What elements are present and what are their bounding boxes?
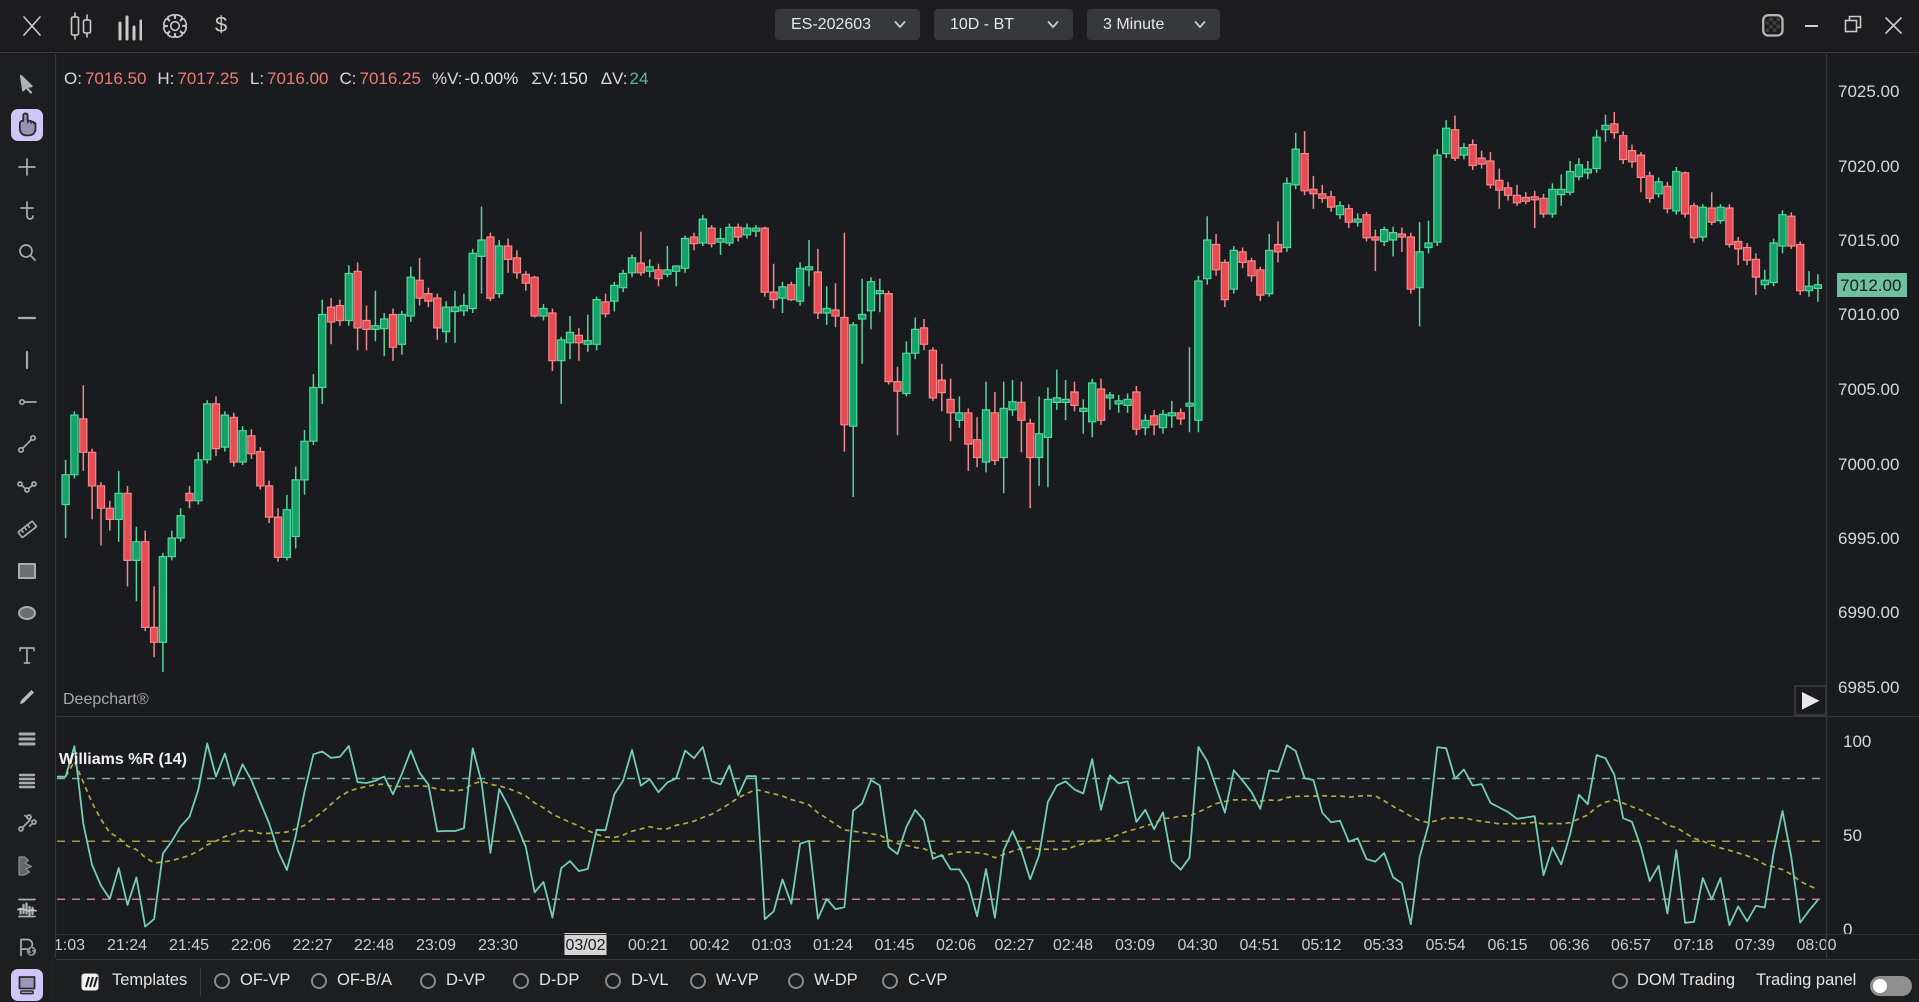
svg-text:01:24: 01:24 [813,937,853,954]
svg-text:100: 100 [1843,732,1871,751]
svg-text:00:42: 00:42 [689,937,729,954]
svg-text:Williams %R (14): Williams %R (14) [59,751,187,768]
svg-text:04:30: 04:30 [1177,937,1217,954]
svg-text:0: 0 [1843,920,1852,939]
svg-text:7025.00: 7025.00 [1838,82,1899,101]
svg-text:23:09: 23:09 [416,937,456,954]
svg-text:01:03: 01:03 [751,937,791,954]
svg-text:22:48: 22:48 [354,937,394,954]
svg-text:08:00: 08:00 [1796,937,1836,954]
svg-text:6985.00: 6985.00 [1838,678,1899,697]
svg-text:21:24: 21:24 [107,937,147,954]
svg-text:06:57: 06:57 [1611,937,1651,954]
svg-text:7015.00: 7015.00 [1838,231,1899,250]
svg-text:03/02: 03/02 [565,937,605,954]
svg-text:7010.00: 7010.00 [1838,305,1899,324]
svg-text:06:36: 06:36 [1549,937,1589,954]
svg-text:23:30: 23:30 [478,937,518,954]
svg-text:05:12: 05:12 [1301,937,1341,954]
svg-text:00:21: 00:21 [628,937,668,954]
svg-text:6995.00: 6995.00 [1838,529,1899,548]
svg-text:22:27: 22:27 [292,937,332,954]
svg-text:01:45: 01:45 [874,937,914,954]
svg-text:7012.00: 7012.00 [1840,276,1901,295]
svg-text:22:06: 22:06 [231,937,271,954]
svg-text:50: 50 [1843,826,1862,845]
svg-text:04:51: 04:51 [1239,937,1279,954]
svg-text:05:33: 05:33 [1363,937,1403,954]
svg-text:02:27: 02:27 [994,937,1034,954]
svg-text:05:54: 05:54 [1425,937,1465,954]
svg-text:03:09: 03:09 [1115,937,1155,954]
svg-text:02:06: 02:06 [936,937,976,954]
svg-text:02:48: 02:48 [1053,937,1093,954]
svg-text:7005.00: 7005.00 [1838,380,1899,399]
svg-text:06:15: 06:15 [1487,937,1527,954]
svg-text:6990.00: 6990.00 [1838,603,1899,622]
svg-text:07:18: 07:18 [1673,937,1713,954]
svg-text:21:45: 21:45 [169,937,209,954]
svg-text:Deepchart®: Deepchart® [63,691,149,708]
svg-text:07:39: 07:39 [1735,937,1775,954]
svg-text:7020.00: 7020.00 [1838,157,1899,176]
svg-text:7000.00: 7000.00 [1838,455,1899,474]
